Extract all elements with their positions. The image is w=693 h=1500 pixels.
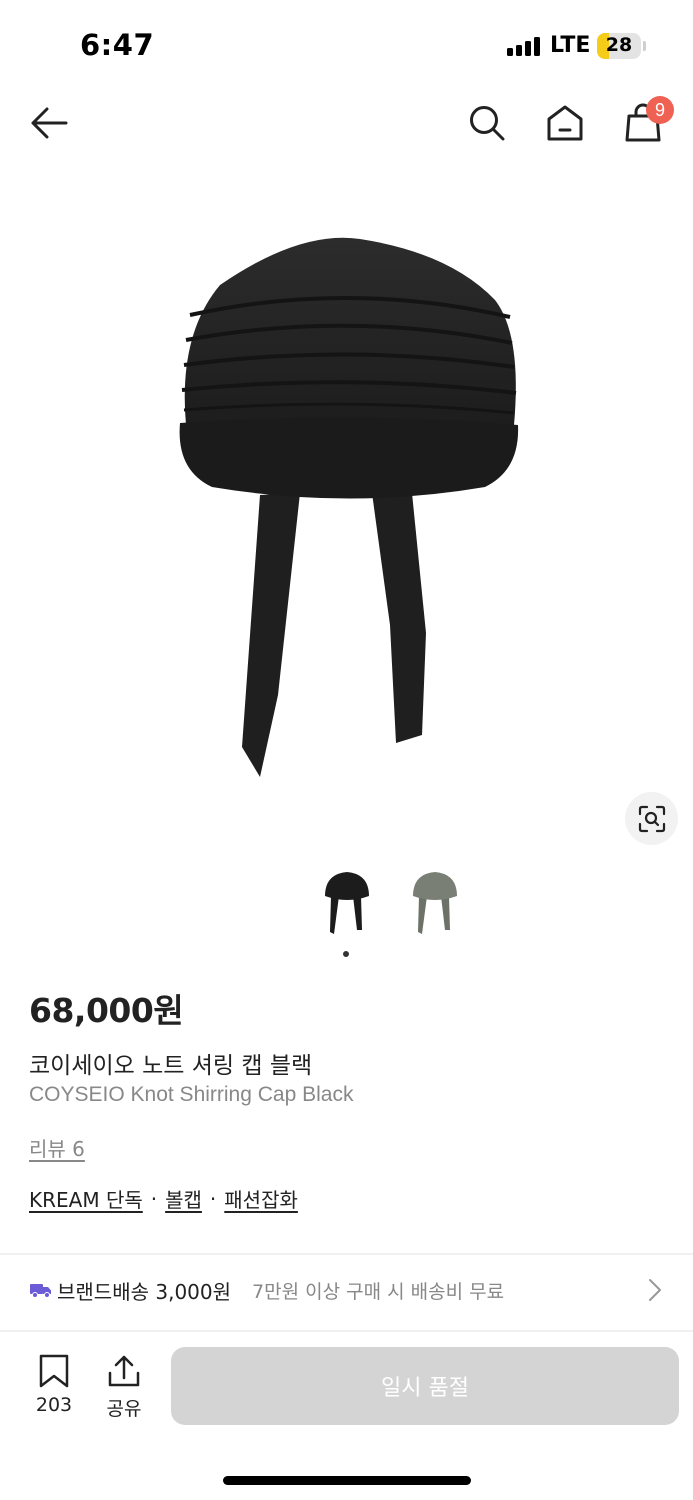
home-indicator[interactable] [223,1476,471,1485]
black-cap-thumbnail[interactable] [317,862,377,942]
bookmark-button[interactable]: 203 [28,1354,80,1424]
home-icon [547,105,583,141]
tag-fashion-accessories[interactable]: 패션잡화 [224,1184,298,1213]
signal-icon [507,36,540,56]
reviews-link[interactable]: 리뷰 6 [29,1133,85,1162]
khaki-cap-thumbnail[interactable] [405,862,465,942]
divider [0,1330,693,1332]
tag-ballcap[interactable]: 볼캡 [165,1184,202,1213]
battery-icon: 28 [597,33,641,59]
battery-level: 28 [605,34,633,56]
cart-count-badge: 9 [646,96,674,124]
network-label: LTE [550,33,591,58]
battery-cap [643,41,646,51]
product-name-en: COYSEIO Knot Shirring Cap Black [29,1083,354,1106]
truck-icon [30,1284,51,1298]
product-price: 68,000원 [29,991,184,1030]
share-button[interactable]: 공유 [98,1354,150,1424]
product-tags: KREAM 단독 · 볼캡 · 패션잡화 [29,1184,298,1213]
image-search-button[interactable] [625,792,678,845]
free-shipping-note: 7만원 이상 구매 시 배송비 무료 [252,1281,505,1303]
shipping-fee-label: 브랜드배송 3,000원 [57,1280,232,1304]
search-icon [470,106,505,141]
status-bar: 6:47 LTE 28 [0,0,693,88]
bookmark-icon [39,1354,69,1388]
tag-separator: · [150,1186,158,1211]
chevron-right-icon [649,1279,661,1301]
divider [0,1253,693,1255]
shipping-info-row[interactable]: 브랜드배송 3,000원 7만원 이상 구매 시 배송비 무료 [0,1262,693,1318]
tag-kream-exclusive[interactable]: KREAM 단독 [29,1184,143,1213]
bookmark-count: 203 [35,1394,73,1416]
back-button[interactable] [20,96,78,150]
search-button[interactable] [462,96,512,150]
gallery-page-indicator [343,951,349,957]
status-time: 6:47 [80,28,155,62]
tag-separator: · [209,1186,217,1211]
product-name-ko: 코이세이오 노트 셔링 캡 블랙 [29,1053,313,1079]
share-label: 공유 [106,1398,142,1420]
product-image[interactable] [150,225,550,785]
image-search-icon [638,805,665,832]
home-button[interactable] [540,96,590,150]
sold-out-button[interactable]: 일시 품절 [171,1347,679,1425]
share-icon [108,1355,140,1387]
arrow-left-icon [31,107,68,139]
